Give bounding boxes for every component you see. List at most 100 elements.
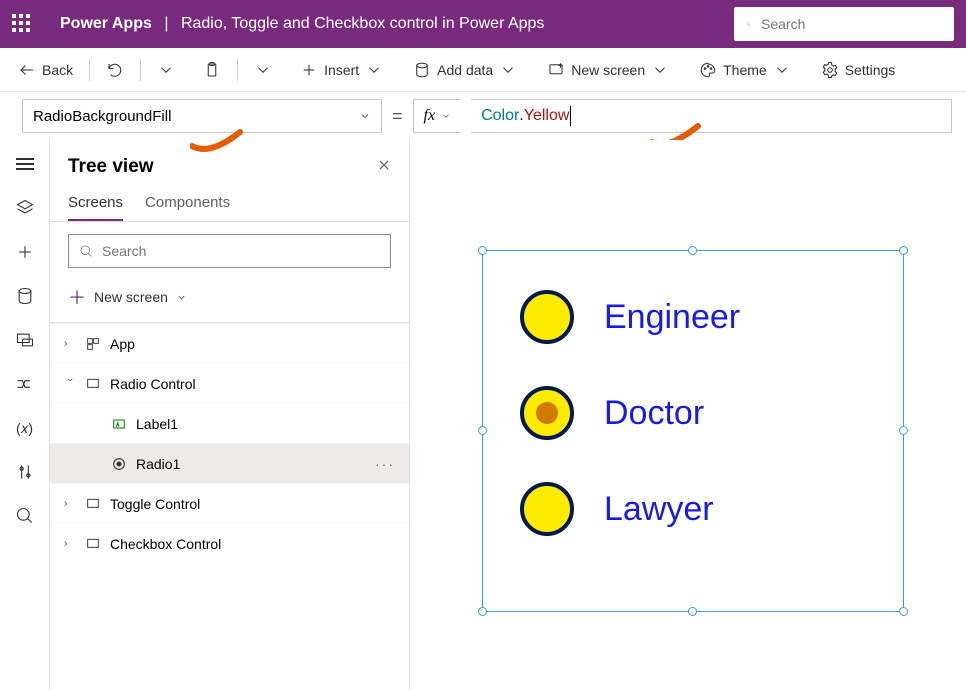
tree-search-input[interactable] [102,243,380,259]
add-data-button[interactable]: Add data [407,57,523,83]
new-screen-label: New screen [94,289,168,305]
tree-node-app[interactable]: › App [50,323,409,363]
radio-circle [520,482,574,536]
radio-option-lawyer[interactable]: Lawyer [520,482,740,536]
radio-label: Lawyer [604,490,714,529]
tree-view-rail-button[interactable] [13,196,37,220]
chevron-down-icon [773,61,791,79]
undo-dropdown[interactable] [151,57,181,83]
page-title: Radio, Toggle and Checkbox control in Po… [181,15,544,32]
tree-node-radio-control[interactable]: › Radio Control [50,363,409,403]
fx-button[interactable]: fx [413,99,462,133]
search-icon [15,506,35,526]
radio-option-engineer[interactable]: Engineer [520,290,740,344]
chevron-down-icon [441,111,451,121]
chevron-down-icon [254,61,272,79]
insert-rail-button[interactable] [13,240,37,264]
formula-token-value: Yellow [524,107,570,125]
tools-rail-button[interactable] [13,460,37,484]
tree-node-label: App [110,336,135,352]
chevron-down-icon: › [64,378,76,390]
divider [140,59,141,81]
insert-label: Insert [324,62,359,78]
global-search[interactable] [734,7,954,41]
resize-handle[interactable] [478,426,487,435]
new-screen-link[interactable]: ＋ New screen [50,280,409,322]
chevron-down-icon [365,61,383,79]
data-rail-button[interactable] [13,284,37,308]
chevron-right-icon: › [64,538,76,550]
global-search-input[interactable] [761,16,942,32]
tree-node-label: Label1 [136,416,178,432]
hamburger-button[interactable] [13,152,37,176]
resize-handle[interactable] [688,246,697,255]
tree-node-radio1[interactable]: Radio1 ··· [50,443,409,483]
tree-view-panel: Tree view Screens Components ＋ New scree… [50,140,410,690]
theme-label: Theme [723,62,767,78]
tools-icon [15,462,35,482]
left-rail: (𝑥) [0,140,50,690]
search-rail-button[interactable] [13,504,37,528]
undo-icon [106,61,124,79]
app-icon [84,336,102,352]
search-icon [79,244,94,259]
theme-button[interactable]: Theme [693,57,797,83]
close-icon [377,158,391,172]
search-icon [746,16,751,32]
chevron-down-icon [157,61,175,79]
resize-handle[interactable] [899,607,908,616]
close-button[interactable] [377,158,391,177]
divider [237,59,238,81]
media-rail-button[interactable] [13,328,37,352]
database-icon [15,286,35,306]
palette-icon [699,61,717,79]
waffle-icon[interactable] [12,14,32,34]
radio-label: Engineer [604,298,740,337]
formula-input[interactable]: Color.Yellow [471,99,952,133]
title-separator: | [164,15,168,32]
paste-dropdown[interactable] [248,57,278,83]
database-icon [413,61,431,79]
chevron-down-icon [499,61,517,79]
tab-screens[interactable]: Screens [68,186,123,221]
resize-handle[interactable] [688,607,697,616]
resize-handle[interactable] [899,246,908,255]
resize-handle[interactable] [478,246,487,255]
new-screen-button[interactable]: New screen [541,57,675,83]
tree-view-title: Tree view [68,156,154,178]
media-icon [15,330,35,350]
resize-handle[interactable] [478,607,487,616]
plus-icon: ＋ [68,284,86,310]
formula-token-type: Color [481,107,519,125]
tree-node-checkbox-control[interactable]: › Checkbox Control [50,523,409,563]
more-button[interactable]: ··· [375,456,395,472]
radio-control[interactable]: Engineer Doctor Lawyer [520,290,740,536]
tree-node-label: Checkbox Control [110,536,221,552]
tree-node-label: Radio1 [136,456,180,472]
flows-rail-button[interactable] [13,372,37,396]
layers-icon [15,198,35,218]
variables-rail-button[interactable]: (𝑥) [13,416,37,440]
tab-components[interactable]: Components [145,186,230,221]
tree-node-label1[interactable]: Label1 [50,403,409,443]
back-label: Back [42,62,73,78]
chevron-right-icon: › [64,338,76,350]
undo-button[interactable] [100,57,130,83]
radio-option-doctor[interactable]: Doctor [520,386,740,440]
property-selector[interactable]: RadioBackgroundFill [22,99,382,133]
back-button[interactable]: Back [12,57,79,83]
resize-handle[interactable] [899,426,908,435]
app-header: Power Apps | Radio, Toggle and Checkbox … [0,0,966,48]
text-caret [570,106,571,126]
tree-search[interactable] [68,234,391,268]
insert-button[interactable]: Insert [294,57,389,83]
paste-button[interactable] [197,57,227,83]
design-canvas[interactable]: Engineer Doctor Lawyer [410,140,966,690]
radio-label: Doctor [604,394,704,433]
settings-label: Settings [845,62,896,78]
radio-circle [520,386,574,440]
tree-node-toggle-control[interactable]: › Toggle Control [50,483,409,523]
settings-button[interactable]: Settings [815,57,902,83]
screen-icon [84,536,102,552]
tree-node-label: Toggle Control [110,496,200,512]
